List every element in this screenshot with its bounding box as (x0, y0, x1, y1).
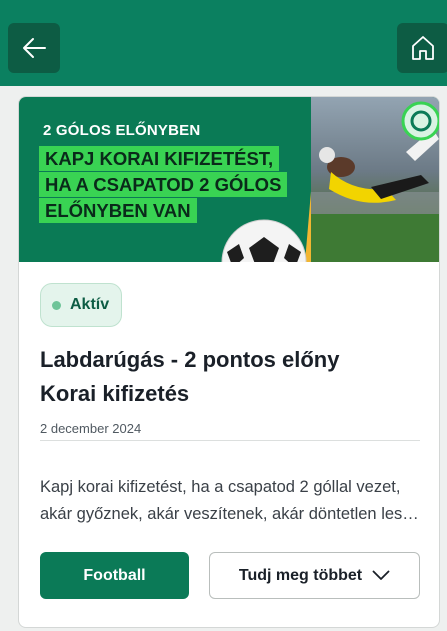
goalkeeper-photo (311, 97, 439, 262)
promo-title-line: Korai kifizetés (40, 381, 190, 406)
banner-eyebrow: 2 GÓLOS ELŐNYBEN (43, 122, 201, 139)
top-bar (0, 0, 447, 86)
divider (40, 440, 420, 441)
status-badge: Aktív (40, 283, 123, 327)
status-label: Aktív (70, 296, 110, 313)
learn-more-button-label: Tudj meg többet (238, 566, 363, 584)
home-button[interactable] (397, 23, 447, 73)
learn-more-button[interactable]: Tudj meg többet (209, 552, 420, 599)
promo-card: 2 GÓLOS ELŐNYBEN KAPJ KORAI KIFIZETÉST, … (18, 96, 440, 628)
status-dot-icon (52, 300, 61, 310)
chevron-down-icon (372, 570, 390, 580)
arrow-left-icon (23, 38, 46, 58)
banner-headline-line: HA A CSAPATOD 2 GÓLOS (39, 172, 288, 197)
promo-title-line: Labdarúgás - 2 pontos előny (40, 347, 340, 372)
banner-headline-line: KAPJ KORAI KIFIZETÉST, (39, 146, 280, 171)
promo-title: Labdarúgás - 2 pontos előny Korai kifize… (40, 343, 420, 411)
promo-description: Kapj korai kifizetést, ha a csapatod 2 g… (40, 478, 425, 523)
football-button-label: Football (83, 566, 146, 584)
promo-banner: 2 GÓLOS ELŐNYBEN KAPJ KORAI KIFIZETÉST, … (19, 97, 439, 262)
football-button[interactable]: Football (40, 552, 189, 599)
promo-date: 2 december 2024 (40, 421, 142, 436)
banner-headline: KAPJ KORAI KIFIZETÉST, HA A CSAPATOD 2 G… (39, 146, 309, 224)
banner-headline-line: ELŐNYBEN VAN (39, 198, 197, 223)
home-icon (412, 36, 434, 60)
back-button[interactable] (8, 23, 60, 73)
